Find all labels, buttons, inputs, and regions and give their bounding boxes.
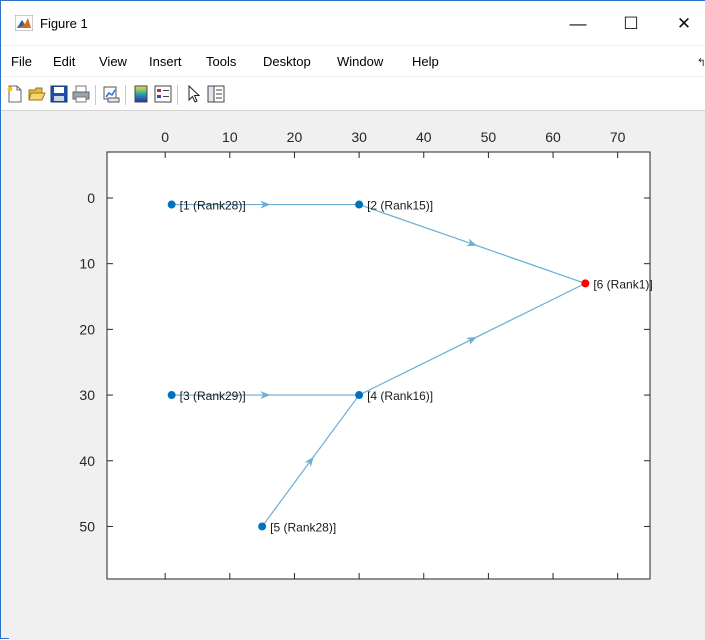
graph-node[interactable] — [167, 200, 176, 209]
x-tick-label: 10 — [222, 129, 238, 145]
x-tick-label: 0 — [161, 129, 169, 145]
pointer-icon[interactable] — [185, 85, 203, 103]
figure-canvas[interactable]: 0 10 20 30 40 50 60 70 0 10 20 30 40 50 [1 (Rank28)] [… — [9, 111, 705, 640]
figure-window: Figure 1 — ☐ ✕ File Edit View Insert Too… — [0, 0, 705, 640]
menu-help[interactable]: Help — [412, 54, 439, 69]
node-label: [5 (Rank28)] — [270, 520, 336, 534]
property-inspector-icon[interactable] — [207, 85, 225, 103]
graph-node[interactable] — [167, 391, 176, 400]
minimize-button[interactable]: — — [555, 9, 601, 39]
save-icon[interactable] — [50, 85, 68, 103]
menu-desktop[interactable]: Desktop — [263, 54, 311, 69]
menu-window[interactable]: Window — [337, 54, 383, 69]
matlab-logo-icon — [15, 15, 33, 31]
new-figure-icon[interactable] — [6, 85, 24, 103]
window-title: Figure 1 — [40, 16, 88, 31]
menu-file[interactable]: File — [11, 54, 32, 69]
title-bar: Figure 1 — ☐ ✕ — [1, 1, 705, 45]
node-label: [3 (Rank29)] — [180, 389, 246, 403]
node-label: [4 (Rank16)] — [367, 389, 433, 403]
close-button[interactable]: ✕ — [661, 9, 705, 39]
x-tick-label: 70 — [610, 129, 626, 145]
x-tick-label: 40 — [416, 129, 432, 145]
toolbar-separator — [177, 85, 178, 105]
x-tick-label: 30 — [351, 129, 367, 145]
y-tick-label: 10 — [79, 256, 95, 272]
toolbar — [1, 77, 705, 111]
colorbar-icon[interactable] — [132, 85, 150, 103]
open-file-icon[interactable] — [28, 85, 46, 103]
legend-icon[interactable] — [154, 85, 172, 103]
axes-background — [107, 152, 650, 579]
node-label: [6 (Rank1)] — [593, 277, 652, 291]
y-tick-label: 0 — [87, 190, 95, 206]
menu-tools[interactable]: Tools — [206, 54, 236, 69]
toolbar-separator — [95, 85, 96, 105]
menu-insert[interactable]: Insert — [149, 54, 182, 69]
node-label: [1 (Rank28)] — [180, 199, 246, 213]
graph-plot[interactable]: 0 10 20 30 40 50 60 70 0 10 20 30 40 50 [1 (Rank28)] [… — [9, 111, 705, 640]
y-tick-label: 50 — [79, 518, 95, 534]
menu-bar: File Edit View Insert Tools Desktop Wind… — [1, 46, 705, 76]
maximize-button[interactable]: ☐ — [608, 9, 654, 39]
menu-edit[interactable]: Edit — [53, 54, 75, 69]
menu-view[interactable]: View — [99, 54, 127, 69]
graph-node[interactable] — [355, 391, 364, 400]
graph-node[interactable] — [581, 279, 590, 288]
graph-node[interactable] — [355, 200, 364, 209]
toolbar-separator — [125, 85, 126, 105]
node-label: [2 (Rank15)] — [367, 199, 433, 213]
y-tick-label: 20 — [79, 321, 95, 337]
graph-node[interactable] — [258, 522, 267, 531]
x-tick-label: 50 — [481, 129, 497, 145]
link-plot-icon[interactable] — [102, 85, 120, 103]
x-tick-label: 20 — [287, 129, 303, 145]
y-tick-label: 30 — [79, 387, 95, 403]
menubar-overflow-icon[interactable]: ↰ — [697, 56, 705, 69]
y-tick-label: 40 — [79, 453, 95, 469]
print-icon[interactable] — [72, 85, 90, 103]
x-tick-label: 60 — [545, 129, 561, 145]
